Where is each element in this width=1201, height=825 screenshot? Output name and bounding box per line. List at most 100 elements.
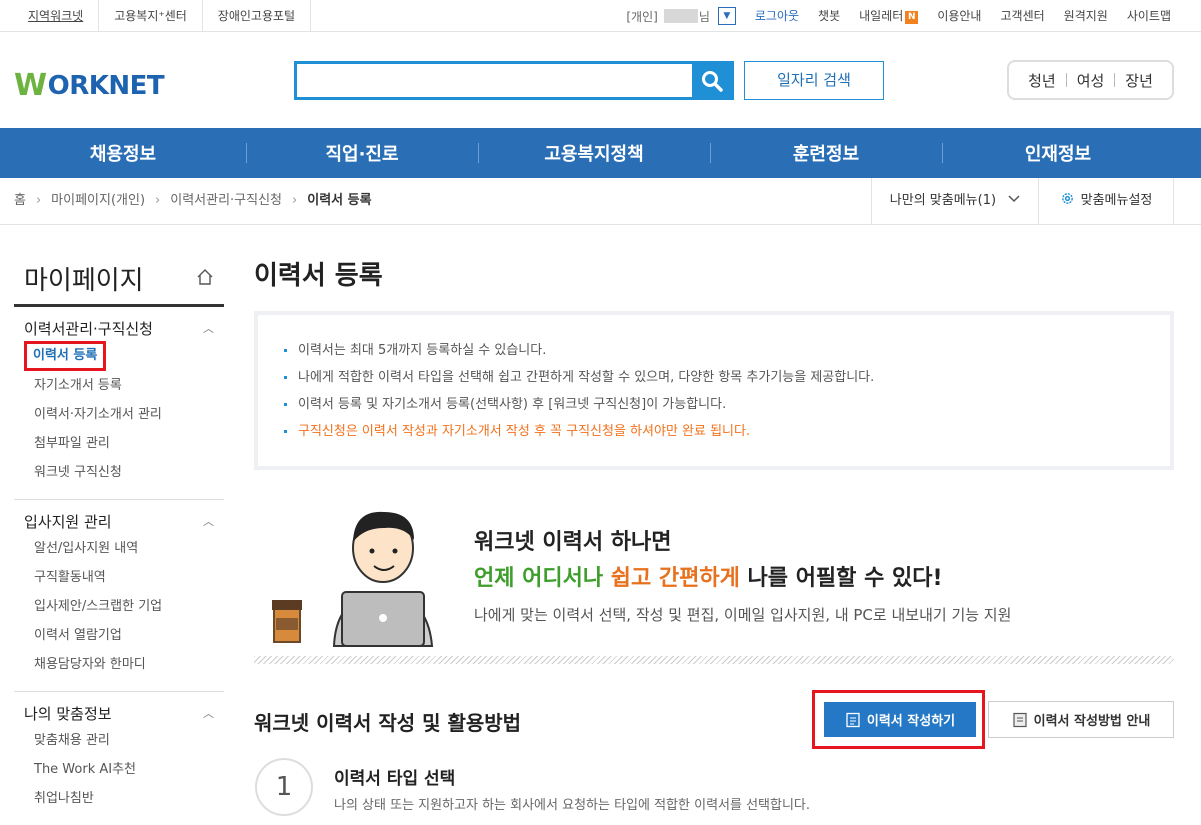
chatbot-link[interactable]: 챗봇 <box>799 0 840 32</box>
banner-description: 나에게 맞는 이력서 선택, 작성 및 편집, 이메일 입사지원, 내 PC로 … <box>474 606 1012 624</box>
sidebar-group-header[interactable]: 나의 맞춤정보 ︿ <box>14 702 224 726</box>
logo-text: ORKNET <box>47 70 165 101</box>
search-button[interactable] <box>692 64 731 97</box>
nav-recruit-info[interactable]: 채용정보 <box>0 140 246 166</box>
info-box: 이력서는 최대 5개까지 등록하실 수 있습니다. 나에게 적합한 이력서 타입… <box>254 311 1174 470</box>
main-content: 이력서 등록 이력서는 최대 5개까지 등록하실 수 있습니다. 나에게 적합한… <box>254 246 1174 664</box>
sidebar-item-resume-register[interactable]: 이력서 등록 <box>14 341 224 371</box>
family-links: 지역워크넷 고용복지⁺센터 장애인고용포털 <box>14 0 312 32</box>
highlight-box: 이력서 작성하기 <box>812 690 985 749</box>
link-local-worknet[interactable]: 지역워크넷 <box>14 0 100 32</box>
logout-link[interactable]: 로그아웃 <box>736 0 799 32</box>
page-title: 이력서 등록 <box>254 261 383 291</box>
main-navigation: 채용정보 직업·진로 고용복지정책 훈련정보 인재정보 <box>0 128 1201 178</box>
nav-career[interactable]: 직업·진로 <box>246 140 478 166</box>
gear-icon <box>1061 193 1073 204</box>
step-number: 1 <box>255 758 313 816</box>
search-bar <box>294 61 734 100</box>
link-employment-center[interactable]: 고용복지⁺센터 <box>99 0 203 32</box>
chevron-up-icon: ︿ <box>203 322 214 335</box>
step-title: 이력서 타입 선택 <box>334 769 456 789</box>
utility-bar: 지역워크넷 고용복지⁺센터 장애인고용포털 [개인] 님 ▼ 로그아웃 챗봇 내… <box>0 0 1201 32</box>
sidebar-item-custom-jobs[interactable]: 맞춤채용 관리 <box>14 726 224 755</box>
user-name-masked <box>663 9 698 23</box>
user-dropdown-button[interactable]: ▼ <box>717 7 736 25</box>
sidebar-item-resume-viewers[interactable]: 이력서 열람기업 <box>14 621 224 650</box>
sidebar-item-cover-letter[interactable]: 자기소개서 등록 <box>14 371 224 400</box>
tab-youth[interactable]: 청년 <box>1018 70 1066 91</box>
tab-women[interactable]: 여성 <box>1067 70 1115 91</box>
promo-banner: 워크넷 이력서 하나면 언제 어디서나 쉽고 간편하게 나를 어필할 수 있다!… <box>254 490 1174 664</box>
chevron-up-icon: ︿ <box>203 515 214 528</box>
tab-seniors[interactable]: 장년 <box>1115 70 1163 91</box>
chevron-down-icon <box>1008 195 1020 203</box>
sidebar-title-text: 마이페이지 <box>24 266 144 296</box>
breadcrumb-home[interactable]: 홈 <box>14 178 26 224</box>
nav-talent-info[interactable]: 인재정보 <box>942 140 1174 166</box>
resume-guide-button[interactable]: 이력서 작성방법 안내 <box>988 701 1174 738</box>
breadcrumb-resume-mgmt[interactable]: 이력서관리·구직신청 <box>170 178 282 224</box>
remote-support-link[interactable]: 원격지원 <box>1045 0 1108 32</box>
sidebar-group-resume: 이력서관리·구직신청 ︿ 이력서 등록 자기소개서 등록 이력서·자기소개서 관리… <box>14 307 224 500</box>
sidebar-item-job-apply[interactable]: 워크넷 구직신청 <box>14 458 224 487</box>
chevron-right-icon: › <box>155 193 161 208</box>
menu-settings-label: 맞춤메뉴설정 <box>1080 193 1153 208</box>
user-suffix: 님 <box>698 9 710 24</box>
banner-space <box>603 566 611 591</box>
sidebar-group-title: 나의 맞춤정보 <box>24 705 112 723</box>
banner-headline: 워크넷 이력서 하나면 <box>474 530 672 555</box>
chevron-up-icon: ︿ <box>203 707 214 720</box>
sidebar-item-career-compass[interactable]: 취업나침반 <box>14 784 224 813</box>
sidebar-group-title: 입사지원 관리 <box>24 513 112 531</box>
chevron-down-icon: ▼ <box>723 11 731 21</box>
chevron-right-icon: › <box>35 193 42 208</box>
target-segment-tabs: 청년 여성 장년 <box>1007 60 1174 100</box>
nav-welfare-policy[interactable]: 고용복지정책 <box>478 140 710 166</box>
write-resume-label: 이력서 작성하기 <box>866 714 956 729</box>
sidebar-group-header[interactable]: 입사지원 관리 ︿ <box>14 510 224 534</box>
sidebar-group-title: 이력서관리·구직신청 <box>24 320 153 338</box>
sidebar-item-resume-manage[interactable]: 이력서·자기소개서 관리 <box>14 400 224 429</box>
search-icon <box>701 70 723 92</box>
nav-training-info[interactable]: 훈련정보 <box>710 140 942 166</box>
new-badge: N <box>905 11 919 24</box>
sidebar-group-applications: 입사지원 관리 ︿ 알선/입사지원 내역 구직활동내역 입사제안/스크랩한 기업 … <box>14 500 224 692</box>
sidebar-item-attachments[interactable]: 첨부파일 관리 <box>14 429 224 458</box>
document-icon <box>846 712 860 727</box>
search-input[interactable] <box>297 64 692 97</box>
sidebar-group-header[interactable]: 이력서관리·구직신청 ︿ <box>14 317 224 341</box>
job-search-button[interactable]: 일자리 검색 <box>744 61 884 100</box>
sidebar-item-recruiter-note[interactable]: 채용담당자와 한마디 <box>14 650 224 679</box>
home-icon[interactable] <box>196 268 214 286</box>
sidebar-item-application-history[interactable]: 알선/입사지원 내역 <box>14 534 224 563</box>
breadcrumb-path: 홈 › 마이페이지(개인) › 이력서관리·구직신청 › 이력서 등록 <box>14 178 372 224</box>
chevron-right-icon: › <box>292 193 298 208</box>
breadcrumb-mypage[interactable]: 마이페이지(개인) <box>51 178 145 224</box>
write-resume-button[interactable]: 이력서 작성하기 <box>824 702 976 737</box>
breadcrumb-current: 이력서 등록 <box>307 193 372 208</box>
utility-menu: [개인] 님 ▼ 로그아웃 챗봇 내일레터 N 이용안내 고객센터 원격지원 사이… <box>626 0 1171 32</box>
person-laptop-illustration <box>272 511 434 647</box>
link-disability-portal[interactable]: 장애인고용포털 <box>203 0 312 32</box>
banner-green-text: 언제 어디서나 <box>474 566 604 591</box>
sidebar: 마이페이지 이력서관리·구직신청 ︿ 이력서 등록 자기소개서 등록 이력서·자기… <box>14 246 224 825</box>
info-item: 이력서는 최대 5개까지 등록하실 수 있습니다. <box>284 337 1144 364</box>
banner-orange-text: 쉽고 간편하게 <box>610 566 740 591</box>
menu-settings-button[interactable]: 맞춤메뉴설정 <box>1039 178 1174 224</box>
guide-link[interactable]: 이용안내 <box>918 0 981 32</box>
sidebar-item-offers-scraps[interactable]: 입사제안/스크랩한 기업 <box>14 592 224 621</box>
user-type: [개인] <box>626 9 658 24</box>
worknet-logo[interactable]: W ORKNET <box>14 68 165 103</box>
info-warning: 구직신청은 이력서 작성과 자기소개서 작성 후 꼭 구직신청을 하셔야만 완료… <box>284 418 1144 445</box>
sidebar-title: 마이페이지 <box>14 246 224 307</box>
banner-rest-text: 나를 어필할 수 있다! <box>739 566 943 591</box>
my-menu-dropdown[interactable]: 나만의 맞춤메뉴(1) <box>871 178 1039 224</box>
naeil-letter-link[interactable]: 내일레터 N <box>840 0 919 32</box>
naeil-letter-label: 내일레터 <box>859 9 904 23</box>
sitemap-link[interactable]: 사이트맵 <box>1108 0 1171 32</box>
sidebar-item-job-activity[interactable]: 구직활동내역 <box>14 563 224 592</box>
customer-center-link[interactable]: 고객센터 <box>981 0 1044 32</box>
user-info: [개인] 님 ▼ <box>626 7 736 25</box>
sidebar-item-ai-recommend[interactable]: The Work AI추천 <box>14 755 224 784</box>
document-icon <box>1013 712 1027 727</box>
